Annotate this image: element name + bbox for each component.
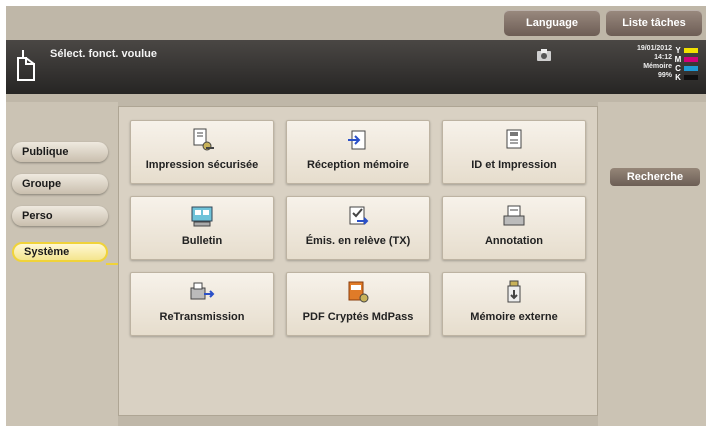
pdf-encrypted-icon [348, 281, 369, 303]
function-label: Mémoire externe [470, 311, 558, 323]
category-perso[interactable]: Perso [12, 206, 108, 226]
toner-row: C [674, 64, 702, 73]
toner-levels: YMCK [674, 46, 702, 82]
page-title: Sélect. fonct. voulue [50, 48, 157, 60]
function-label: PDF Cryptés MdPass [302, 311, 414, 323]
function-label: Bulletin [181, 235, 223, 247]
category-systeme[interactable]: Système [12, 242, 108, 262]
retransmission-icon [190, 282, 215, 300]
toner-bar [684, 57, 698, 62]
toner-letter: C [675, 64, 681, 73]
function-label: Émis. en relève (TX) [305, 235, 411, 247]
id-print-icon [506, 129, 522, 149]
function-pdf-cryptes[interactable]: PDF Cryptés MdPass [286, 272, 430, 336]
function-label: ReTransmission [159, 311, 245, 323]
time-label: 14:12 [654, 54, 672, 61]
function-annotation[interactable]: Annotation [442, 196, 586, 260]
panel-screen: Language Liste tâches Sélect. fonct. vou… [6, 6, 706, 426]
toner-bar [684, 48, 698, 53]
memory-receive-icon [348, 130, 366, 150]
job-status-icon[interactable] [536, 48, 552, 62]
toner-letter: M [674, 55, 682, 64]
memory-label: Mémoire [643, 63, 672, 70]
category-publique[interactable]: Publique [12, 142, 108, 162]
side-panel [598, 102, 706, 426]
toner-row: Y [674, 46, 702, 55]
function-bulletin[interactable]: Bulletin [130, 196, 274, 260]
function-label: Réception mémoire [306, 159, 410, 171]
function-memoire-externe[interactable]: Mémoire externe [442, 272, 586, 336]
annotation-icon [503, 205, 525, 226]
toner-letter: K [675, 73, 681, 82]
device-status: 19/01/2012 14:12 Mémoire 99% [610, 44, 672, 80]
language-button[interactable]: Language [504, 10, 600, 36]
function-label: Impression sécurisée [145, 159, 259, 171]
bulletin-icon [191, 206, 213, 227]
toner-bar [684, 66, 698, 71]
polling-tx-icon [349, 206, 369, 225]
function-label: ID et Impression [471, 159, 557, 171]
memory-value: 99% [657, 72, 672, 79]
function-retransmission[interactable]: ReTransmission [130, 272, 274, 336]
function-impression-securisee[interactable]: Impression sécurisée [130, 120, 274, 184]
external-memory-icon [507, 280, 521, 303]
toner-row: K [674, 73, 702, 82]
function-emis-releve[interactable]: Émis. en relève (TX) [286, 196, 430, 260]
secure-print-icon [193, 128, 214, 151]
toner-letter: Y [675, 46, 681, 55]
task-list-button[interactable]: Liste tâches [606, 10, 702, 36]
header-bar: Sélect. fonct. voulue 19/01/2012 14:12 M… [6, 40, 706, 94]
function-id-impression[interactable]: ID et Impression [442, 120, 586, 184]
toner-row: M [674, 55, 702, 64]
date-label: 19/01/2012 [636, 45, 672, 52]
function-label: Annotation [484, 235, 544, 247]
search-button[interactable]: Recherche [610, 168, 700, 186]
document-icon [17, 50, 35, 81]
toner-bar [684, 75, 698, 80]
function-reception-memoire[interactable]: Réception mémoire [286, 120, 430, 184]
category-groupe[interactable]: Groupe [12, 174, 108, 194]
